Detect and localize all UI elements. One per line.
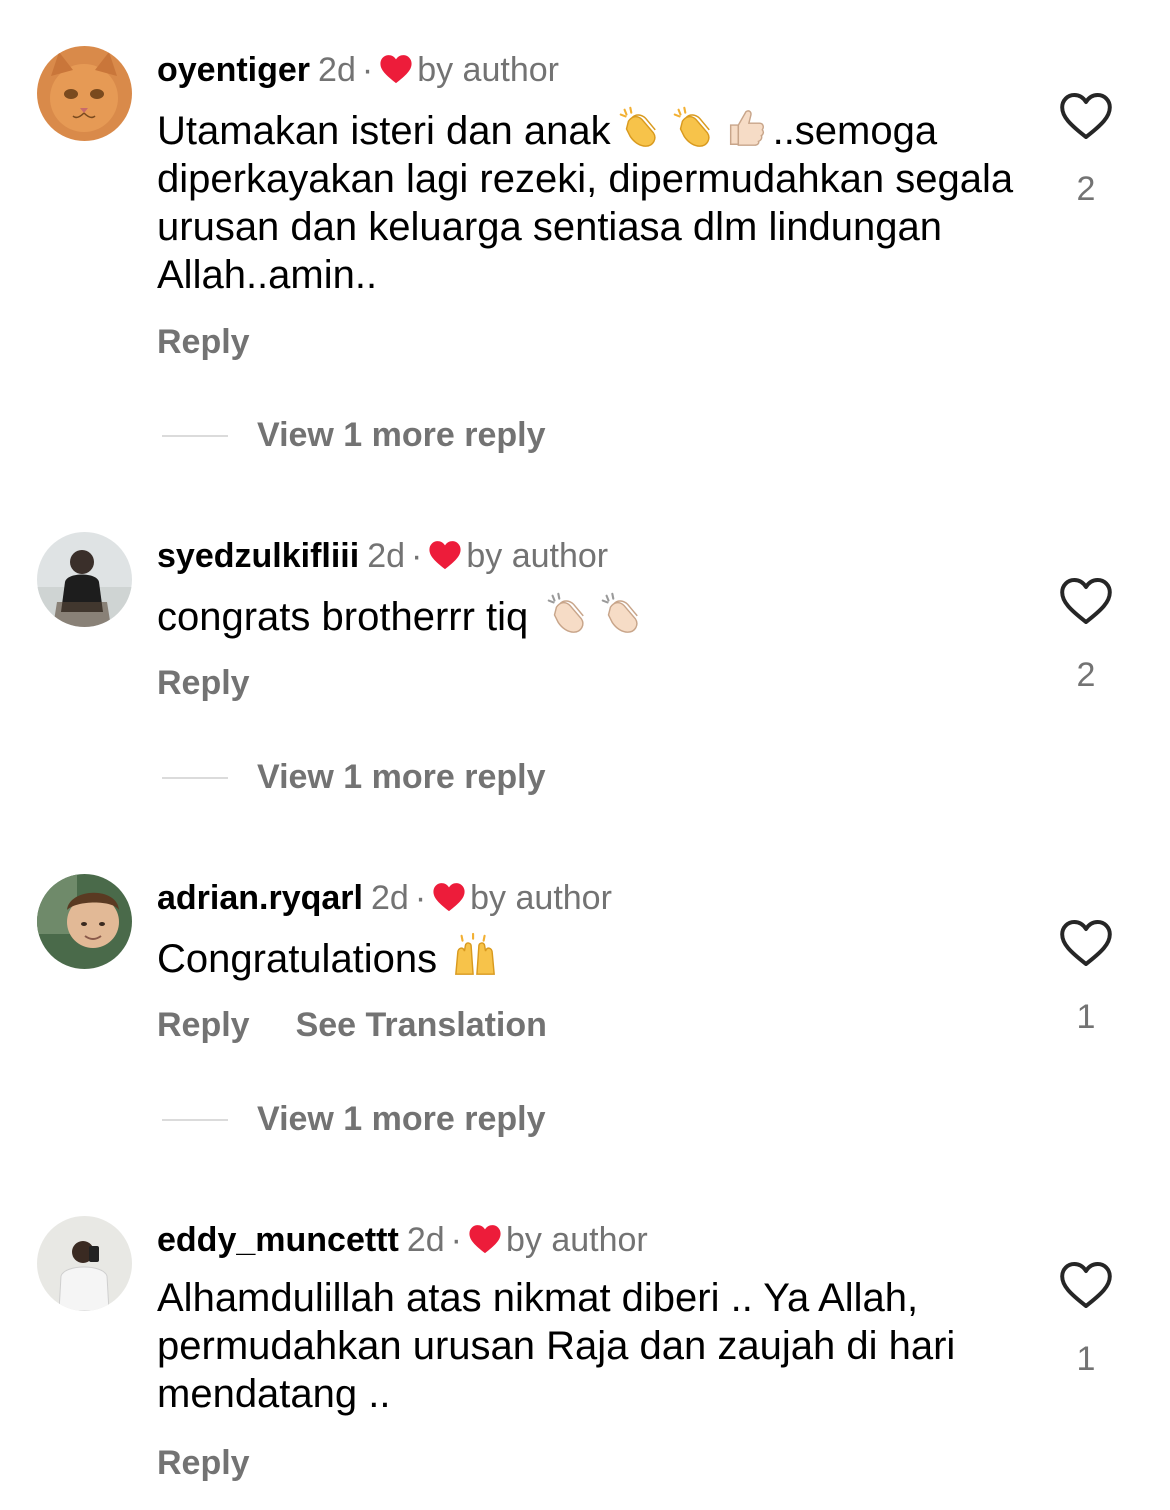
thumbs-up-emoji-icon	[723, 104, 769, 150]
divider-line	[162, 435, 228, 437]
comment-text-start: Alhamdulillah atas nikmat diberi .. Ya A…	[157, 1276, 967, 1416]
username[interactable]: eddy_muncettt	[157, 1221, 399, 1259]
reply-button[interactable]: Reply	[157, 323, 250, 361]
view-more-replies-label[interactable]: View 1 more reply	[257, 757, 546, 797]
author-heart-icon	[428, 539, 462, 571]
username[interactable]: adrian.ryqarl	[157, 879, 363, 917]
avatar[interactable]	[37, 46, 132, 141]
comment-meta: syedzulkifliii 2d · by author	[157, 536, 608, 576]
comment-meta: adrian.ryqarl 2d · by author	[157, 878, 612, 918]
comment-text-start: congrats brotherrr tiq	[157, 595, 540, 639]
avatar[interactable]	[37, 532, 132, 627]
author-heart-icon	[379, 53, 413, 85]
like-heart-icon[interactable]	[1058, 1257, 1114, 1313]
username[interactable]: syedzulkifliii	[157, 537, 359, 575]
timestamp: 2d	[406, 1221, 445, 1259]
separator-dot: ·	[361, 51, 374, 89]
like-heart-icon[interactable]	[1058, 573, 1114, 629]
separator-dot: ·	[411, 537, 423, 575]
raising-hands-emoji-icon	[452, 932, 498, 978]
view-more-replies-label[interactable]: View 1 more reply	[257, 415, 546, 455]
like-heart-icon[interactable]	[1058, 915, 1114, 971]
like-count: 2	[1076, 170, 1096, 208]
timestamp: 2d	[370, 879, 409, 917]
comment-meta: eddy_muncettt 2d · by author	[157, 1220, 648, 1260]
person-avatar-icon	[37, 874, 132, 969]
like-count: 1	[1076, 998, 1096, 1036]
view-more-replies-label[interactable]: View 1 more reply	[257, 1099, 546, 1139]
clapping-hands-emoji-icon	[543, 590, 589, 636]
person-avatar-icon	[37, 1216, 132, 1311]
avatar[interactable]	[37, 874, 132, 969]
comment-text: Utamakan isteri dan anak ..semoga diperka…	[157, 104, 1037, 299]
like-count: 1	[1076, 1340, 1096, 1378]
comment-text: congrats brotherrr tiq	[157, 590, 1037, 641]
clapping-hands-emoji-icon	[597, 590, 643, 636]
clapping-hands-emoji-icon	[669, 104, 715, 150]
comment-meta: oyentiger 2d · by author	[157, 50, 559, 90]
username[interactable]: oyentiger	[157, 51, 310, 89]
avatar[interactable]	[37, 1216, 132, 1311]
reply-button[interactable]: Reply	[157, 664, 250, 702]
liked-by-author-label: by author	[466, 537, 609, 575]
see-translation-button[interactable]: See Translation	[296, 1006, 547, 1044]
cat-avatar-icon	[37, 46, 132, 141]
divider-line	[162, 777, 228, 779]
liked-by-author-label: by author	[470, 879, 612, 917]
separator-dot: ·	[450, 1221, 462, 1259]
comment-actions: Reply	[157, 1443, 250, 1483]
reply-button[interactable]: Reply	[157, 1444, 250, 1482]
author-heart-icon	[432, 881, 466, 913]
divider-line	[162, 1119, 228, 1121]
person-avatar-icon	[37, 532, 132, 627]
liked-by-author-label: by author	[505, 1221, 648, 1259]
timestamp: 2d	[367, 537, 406, 575]
liked-by-author-label: by author	[417, 51, 559, 89]
like-count: 2	[1076, 656, 1096, 694]
comment-actions: Reply See Translation	[157, 1005, 547, 1045]
like-heart-icon[interactable]	[1058, 88, 1114, 144]
author-heart-icon	[468, 1223, 502, 1255]
timestamp: 2d	[318, 51, 356, 89]
comment-text-start: Utamakan isteri dan anak	[157, 109, 611, 153]
comment-text: Congratulations	[157, 932, 1037, 983]
clapping-hands-emoji-icon	[615, 104, 661, 150]
comment-text-start: Congratulations	[157, 937, 449, 981]
reply-button[interactable]: Reply	[157, 1006, 250, 1044]
comment-actions: Reply	[157, 322, 250, 362]
separator-dot: ·	[414, 879, 427, 917]
comment-text: Alhamdulillah atas nikmat diberi .. Ya A…	[157, 1274, 1037, 1418]
comment-actions: Reply	[157, 663, 250, 703]
